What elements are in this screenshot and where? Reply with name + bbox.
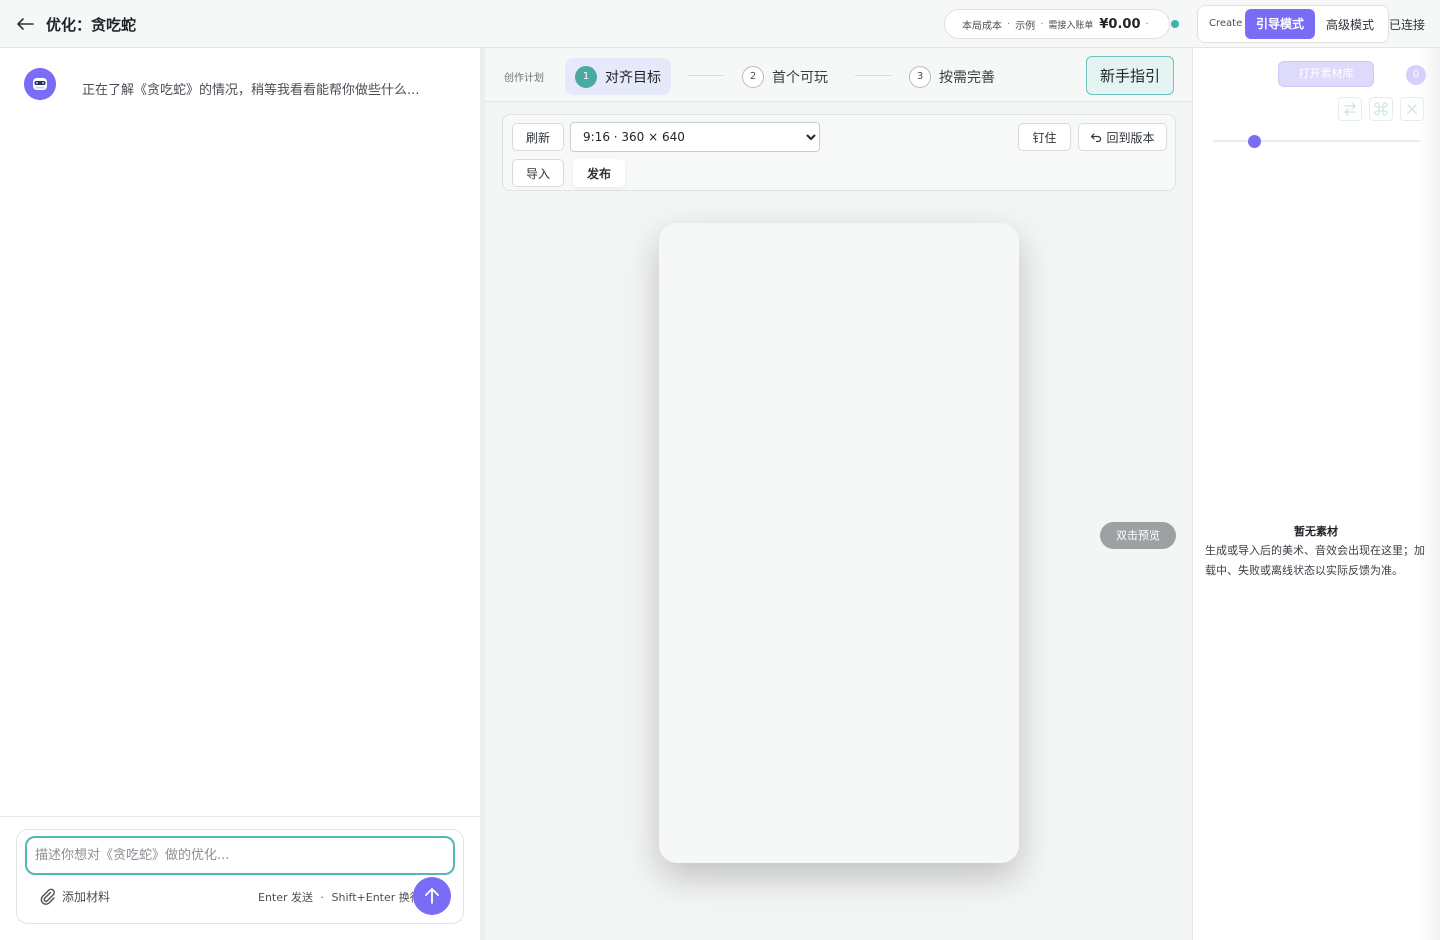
connection-dot [1171, 20, 1179, 28]
step-connector [855, 75, 891, 76]
asset-panel [1192, 48, 1440, 940]
publish-button[interactable]: 发布 [573, 159, 625, 187]
send-button[interactable] [413, 877, 451, 915]
hint-send: Enter 发送 [258, 891, 314, 904]
canvas-size-select[interactable]: 9:16 · 360 × 640 [570, 122, 820, 152]
top-header: 优化：贪吃蛇 本局成本 · 示例 · 需接入账单 ¥0.00 · Create … [0, 0, 1440, 48]
mode-advanced-button[interactable]: 高级模式 [1326, 16, 1374, 33]
step-align-goal[interactable]: 1 对齐目标 [565, 58, 671, 95]
mode-create[interactable]: Create [1209, 18, 1242, 29]
step-number: 2 [742, 65, 764, 88]
panel-fade [1418, 48, 1440, 940]
empty-assets-title: 暂无素材 [1294, 525, 1338, 538]
open-asset-library-button[interactable]: 打开素材库 [1278, 61, 1374, 87]
game-preview-frame[interactable] [659, 223, 1019, 863]
add-material-label: 添加材料 [62, 889, 111, 904]
step-label: 按需完善 [939, 69, 995, 86]
cost-sep: · [1145, 18, 1149, 30]
close-icon [1407, 104, 1417, 114]
cost-amount: ¥0.00 [1099, 16, 1141, 32]
step-connector [688, 75, 724, 76]
page-title: 优化：贪吃蛇 [46, 16, 137, 34]
step-label: 首个可玩 [772, 69, 828, 86]
chat-panel [0, 48, 480, 940]
robot-icon [24, 68, 56, 100]
asset-count-badge: 0 [1406, 65, 1426, 85]
add-material-button[interactable]: 添加材料 [38, 885, 110, 907]
double-click-preview-badge[interactable]: 双击预览 [1100, 522, 1176, 549]
hint-newline: Shift+Enter 换行 [331, 891, 421, 904]
cost-note: 需接入账单 [1048, 20, 1094, 31]
step-number: 1 [575, 65, 597, 88]
hint-sep: · [320, 891, 325, 904]
swap-icon [1344, 102, 1356, 116]
step-refine[interactable]: 3 按需完善 [909, 58, 995, 95]
asset-size-slider-track[interactable] [1213, 140, 1420, 142]
empty-assets-description: 生成或导入后的美术、音效会出现在这里；加载中、失败或离线状态以实际反馈为准。 [1205, 544, 1425, 577]
cost-sep: · [1007, 18, 1011, 30]
connection-status: 已连接 [1389, 18, 1426, 32]
paperclip-icon [40, 888, 55, 905]
step-first-playable[interactable]: 2 首个可玩 [742, 58, 828, 95]
cost-pill[interactable]: 本局成本 · 示例 · 需接入账单 ¥0.00 · [944, 9, 1170, 39]
mode-guided-button[interactable]: 引导模式 [1245, 9, 1315, 39]
swap-button[interactable] [1338, 97, 1362, 121]
cost-sep: · [1040, 18, 1044, 30]
back-arrow-icon[interactable] [14, 13, 36, 35]
beginner-guide-button[interactable]: 新手指引 [1086, 56, 1174, 95]
mode-switcher: Create 引导模式 高级模式 [1197, 5, 1389, 43]
step-number: 3 [909, 65, 931, 88]
chat-input[interactable] [25, 836, 455, 875]
refresh-button[interactable]: 刷新 [512, 123, 564, 151]
revert-label: 回到版本 [1106, 130, 1155, 145]
cost-example: 示例 [1015, 20, 1036, 32]
send-hint: Enter 发送 · Shift+Enter 换行 [258, 889, 421, 905]
asset-size-slider-handle[interactable] [1247, 135, 1261, 148]
arrow-up-icon [425, 888, 439, 904]
import-button[interactable]: 导入 [512, 159, 564, 187]
step-label: 对齐目标 [605, 69, 661, 86]
command-button[interactable] [1369, 97, 1393, 121]
pin-button[interactable]: 钉住 [1018, 123, 1071, 151]
undo-icon [1091, 133, 1102, 143]
plan-label: 创作计划 [504, 73, 544, 84]
command-icon [1374, 102, 1388, 116]
cost-label: 本局成本 [962, 20, 1002, 32]
revert-version-button[interactable]: 回到版本 [1078, 123, 1167, 151]
assistant-message: 正在了解《贪吃蛇》的情况，稍等我看看能帮你做些什么... [82, 83, 420, 98]
close-button[interactable] [1400, 97, 1424, 121]
